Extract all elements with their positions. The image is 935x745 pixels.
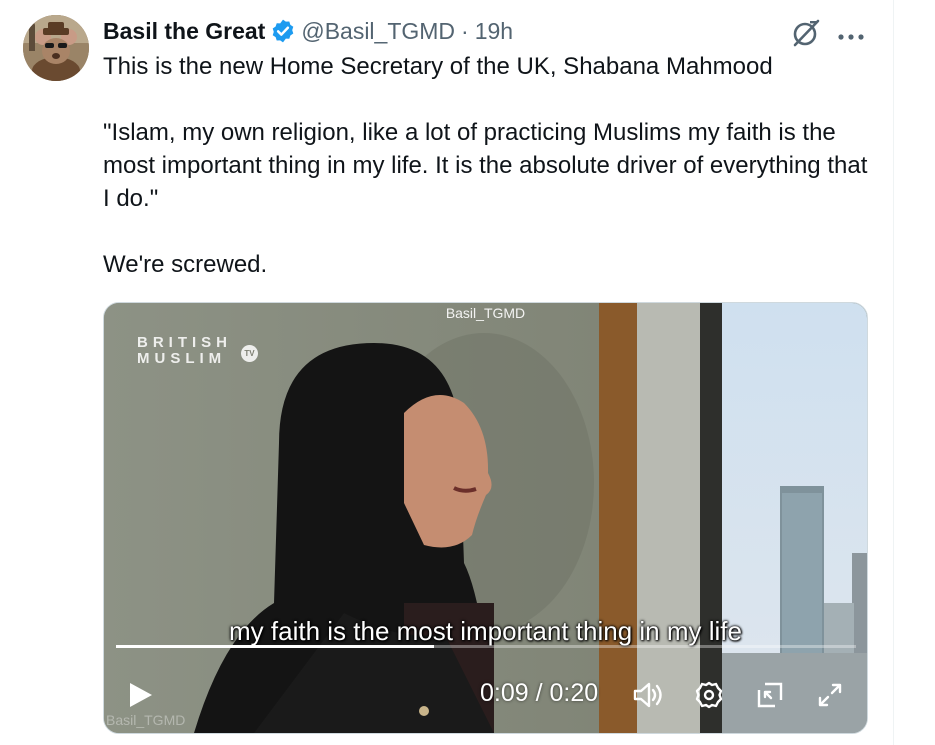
picture-in-picture-icon[interactable] [755, 680, 785, 710]
video-time-separator: / [528, 679, 550, 707]
tweet-page: Basil the Great @Basil_TGMD · 19h This i… [0, 0, 935, 745]
video-progress-fill [116, 645, 435, 648]
tweet-header: Basil the Great @Basil_TGMD · 19h [103, 14, 513, 48]
video-watermark-bottom: Basil_TGMD [106, 712, 186, 728]
channel-brand-line2: MUSLIM [137, 350, 227, 367]
avatar[interactable] [23, 15, 89, 81]
header-separator: · [461, 17, 469, 44]
settings-icon[interactable] [694, 680, 724, 710]
tweet-text-closing: We're screwed. [103, 251, 268, 278]
video-time-readout: 0:09 / 0:20 [480, 679, 598, 708]
tweet-text-quote: "Islam, my own religion, like a lot of p… [103, 119, 868, 212]
video-progress-bar[interactable] [116, 645, 856, 648]
grok-icon[interactable] [790, 17, 822, 49]
channel-brand-badge: TV [241, 345, 258, 362]
video-player[interactable]: Basil_TGMD BRITISH MUSLIM TV my faith is… [103, 302, 868, 734]
avatar-cartoon-mouse-icon [23, 15, 89, 81]
video-controls: 0:09 / 0:20 [104, 675, 867, 715]
tweet-timestamp[interactable]: 19h [475, 18, 513, 45]
volume-icon[interactable] [632, 680, 666, 710]
author-handle[interactable]: @Basil_TGMD [301, 18, 455, 45]
video-duration: 0:20 [549, 679, 599, 707]
tweet-text-line: This is the new Home Secretary of the UK… [103, 53, 773, 80]
video-subtitle: my faith is the most important thing in … [229, 616, 742, 646]
play-icon[interactable] [126, 681, 154, 709]
verified-badge-icon[interactable] [270, 18, 296, 44]
more-icon[interactable] [836, 28, 866, 40]
channel-brand-line1: BRITISH [137, 334, 232, 351]
author-display-name[interactable]: Basil the Great [103, 18, 265, 45]
video-frame-image [104, 303, 867, 733]
fullscreen-icon[interactable] [816, 681, 844, 709]
column-divider [893, 0, 894, 745]
video-current-time: 0:09 [480, 679, 529, 707]
channel-brand: BRITISH MUSLIM [137, 335, 232, 367]
tweet-text: This is the new Home Secretary of the UK… [103, 50, 878, 281]
video-watermark-top: Basil_TGMD [445, 305, 526, 321]
